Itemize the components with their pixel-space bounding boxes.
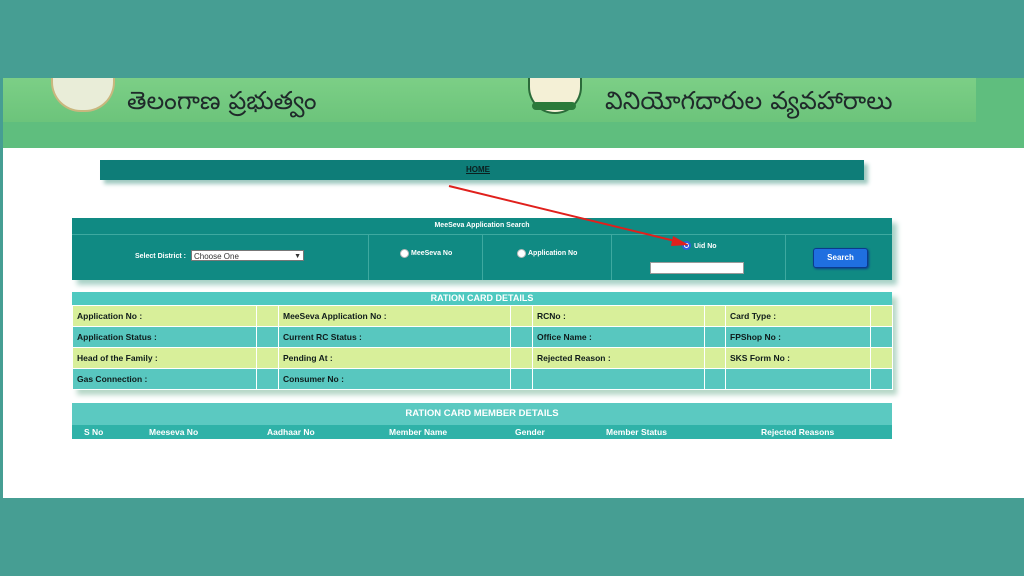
ration-card-member-details: RATION CARD MEMBER DETAILS S No Meeseva … bbox=[72, 403, 892, 439]
empty-cell bbox=[725, 368, 871, 390]
column-header-sno: S No bbox=[84, 427, 104, 437]
consumer-no-label: Consumer No : bbox=[278, 368, 511, 390]
sks-form-no-value bbox=[870, 347, 893, 369]
details-title: RATION CARD DETAILS bbox=[72, 292, 892, 305]
current-rc-status-label: Current RC Status : bbox=[278, 326, 511, 348]
empty-cell bbox=[870, 368, 893, 390]
members-title: RATION CARD MEMBER DETAILS bbox=[72, 403, 892, 425]
empty-cell bbox=[532, 368, 705, 390]
details-table: Application No : MeeSeva Application No … bbox=[72, 305, 893, 390]
office-name-value bbox=[704, 326, 726, 348]
table-row: Head of the Family : Pending At : Reject… bbox=[72, 347, 893, 369]
ration-card-details: RATION CARD DETAILS Application No : Mee… bbox=[72, 292, 893, 390]
rejected-reason-value bbox=[704, 347, 726, 369]
table-row: Application Status : Current RC Status :… bbox=[72, 326, 893, 348]
card-type-value bbox=[870, 305, 893, 327]
rc-no-label: RCNo : bbox=[532, 305, 705, 327]
column-header-member-status: Member Status bbox=[606, 427, 667, 437]
rejected-reason-label: Rejected Reason : bbox=[532, 347, 705, 369]
column-header-aadhaar-no: Aadhaar No bbox=[267, 427, 315, 437]
card-type-label: Card Type : bbox=[725, 305, 871, 327]
meeseva-application-no-value bbox=[510, 305, 533, 327]
rc-no-value bbox=[704, 305, 726, 327]
pending-at-value bbox=[510, 347, 533, 369]
column-header-meeseva-no: Meeseva No bbox=[149, 427, 199, 437]
gas-connection-label: Gas Connection : bbox=[72, 368, 257, 390]
column-header-gender: Gender bbox=[515, 427, 545, 437]
gas-connection-value bbox=[256, 368, 279, 390]
column-header-rejected-reasons: Rejected Reasons bbox=[761, 427, 835, 437]
fpshop-no-value bbox=[870, 326, 893, 348]
fpshop-no-label: FPShop No : bbox=[725, 326, 871, 348]
members-table-header: S No Meeseva No Aadhaar No Member Name G… bbox=[72, 425, 892, 439]
table-row: Application No : MeeSeva Application No … bbox=[72, 305, 893, 327]
head-of-family-label: Head of the Family : bbox=[72, 347, 257, 369]
office-name-label: Office Name : bbox=[532, 326, 705, 348]
application-no-value bbox=[256, 305, 279, 327]
head-of-family-value bbox=[256, 347, 279, 369]
screenshot-area: తెలంగాణ ప్రభుత్వం వినియోగదారుల వ్యవహారాల… bbox=[3, 78, 1024, 498]
application-no-label: Application No : bbox=[72, 305, 257, 327]
pending-at-label: Pending At : bbox=[278, 347, 511, 369]
application-status-label: Application Status : bbox=[72, 326, 257, 348]
table-row: Gas Connection : Consumer No : bbox=[72, 368, 893, 390]
application-status-value bbox=[256, 326, 279, 348]
empty-cell bbox=[704, 368, 726, 390]
column-header-member-name: Member Name bbox=[389, 427, 448, 437]
meeseva-application-no-label: MeeSeva Application No : bbox=[278, 305, 511, 327]
sks-form-no-label: SKS Form No : bbox=[725, 347, 871, 369]
current-rc-status-value bbox=[510, 326, 533, 348]
consumer-no-value bbox=[510, 368, 533, 390]
